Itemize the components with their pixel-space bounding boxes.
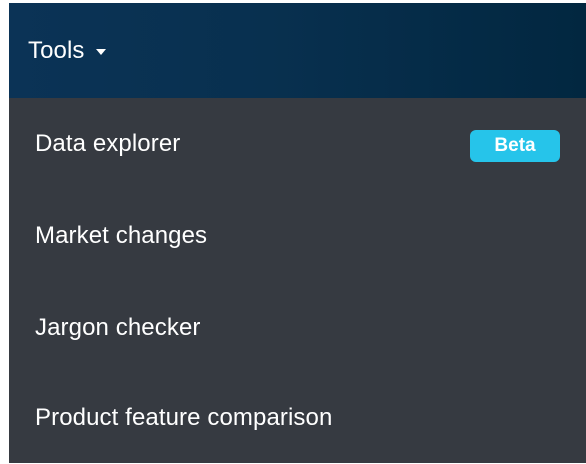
menu-item-product-feature-comparison[interactable]: Product feature comparison <box>9 372 586 464</box>
menu-item-label: Market changes <box>35 222 208 249</box>
beta-badge: Beta <box>470 130 560 162</box>
tools-dropdown: Tools Data explorer Beta Market changes … <box>9 3 586 463</box>
menu-item-label: Product feature comparison <box>35 404 333 431</box>
menu-item-label: Data explorer <box>35 130 181 157</box>
menu-item-label: Jargon checker <box>35 314 201 341</box>
tools-menu-toggle[interactable]: Tools <box>9 3 586 98</box>
tools-menu: Data explorer Beta Market changes Jargon… <box>9 98 586 463</box>
tools-menu-title: Tools <box>28 36 85 64</box>
menu-item-data-explorer[interactable]: Data explorer Beta <box>9 98 586 190</box>
menu-item-market-changes[interactable]: Market changes <box>9 190 586 282</box>
caret-down-icon <box>95 48 106 55</box>
menu-item-jargon-checker[interactable]: Jargon checker <box>9 282 586 374</box>
